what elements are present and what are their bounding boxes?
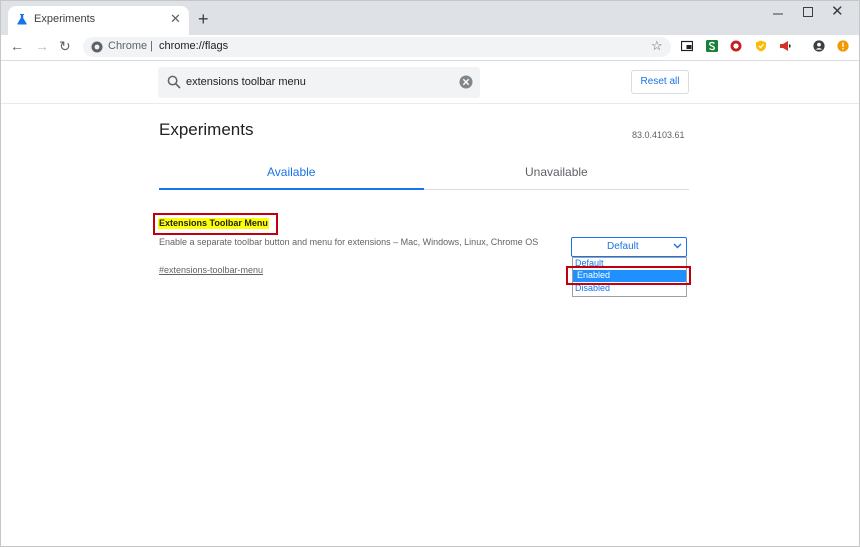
bookmark-star-icon[interactable]: ☆ xyxy=(651,38,663,54)
annotation-frame-enabled xyxy=(566,266,691,285)
reload-button[interactable]: ↻ xyxy=(59,38,71,54)
reset-all-button[interactable]: Reset all xyxy=(631,70,689,94)
chrome-info-icon[interactable] xyxy=(91,41,103,53)
back-button[interactable]: ← xyxy=(10,38,24,54)
tab-close-icon[interactable]: ✕ xyxy=(170,11,181,27)
tab-unavailable[interactable]: Unavailable xyxy=(525,165,588,179)
picture-in-picture-icon[interactable] xyxy=(681,40,693,52)
active-tab-indicator xyxy=(159,188,424,190)
megaphone-extension-icon[interactable] xyxy=(779,40,791,52)
tab-title: Experiments xyxy=(34,13,96,25)
forward-button[interactable]: → xyxy=(35,38,49,54)
search-input[interactable] xyxy=(186,75,446,89)
red-circle-extension-icon[interactable] xyxy=(730,40,742,52)
omnibox-label: Chrome | xyxy=(108,40,154,52)
select-value: Default xyxy=(607,241,639,252)
maximize-icon[interactable] xyxy=(798,4,818,20)
version-label: 83.0.4103.61 xyxy=(632,130,685,140)
new-tab-button[interactable]: + xyxy=(198,9,209,29)
tab-available[interactable]: Available xyxy=(267,165,315,179)
update-badge-icon[interactable] xyxy=(837,40,849,52)
flag-permalink[interactable]: #extensions-toolbar-menu xyxy=(159,265,263,276)
page-title: Experiments xyxy=(159,120,254,139)
clear-icon[interactable] xyxy=(459,75,473,89)
flask-icon xyxy=(17,14,27,25)
yellow-shield-extension-icon[interactable] xyxy=(755,40,767,52)
search-icon xyxy=(167,75,181,89)
profile-icon[interactable] xyxy=(813,40,825,52)
chevron-down-icon xyxy=(673,243,682,249)
window-close-icon[interactable]: ✕ xyxy=(831,4,844,20)
omnibox-url[interactable]: chrome://flags xyxy=(159,40,228,53)
green-extension-icon[interactable] xyxy=(706,40,718,52)
flag-title: Extensions Toolbar Menu xyxy=(158,218,269,229)
flag-description: Enable a separate toolbar button and men… xyxy=(159,237,539,247)
minimize-icon[interactable] xyxy=(768,6,788,22)
